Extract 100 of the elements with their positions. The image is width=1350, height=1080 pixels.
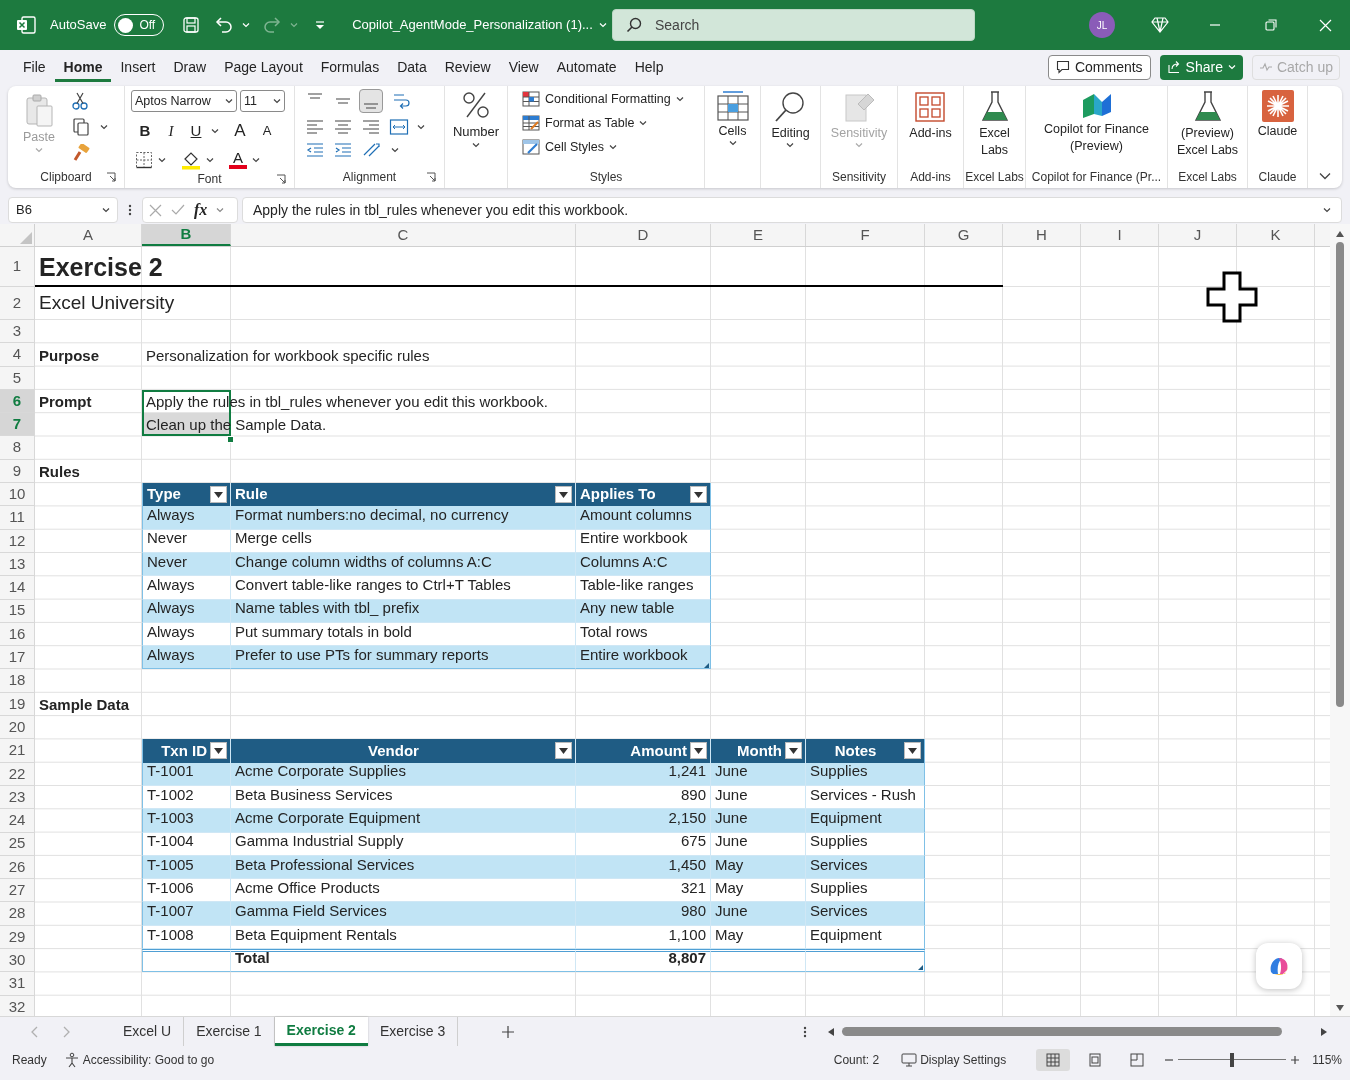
add-sheet-icon[interactable] (502, 1025, 515, 1038)
resize-handle-icon[interactable] (704, 662, 709, 668)
caret-icon[interactable] (158, 156, 166, 163)
display-settings-button[interactable]: Display Settings (901, 1050, 1007, 1069)
row-header[interactable]: 27 (0, 879, 35, 903)
ribbon-tab[interactable]: Draw (164, 52, 216, 82)
close-icon[interactable] (1319, 18, 1332, 32)
merge-center-icon[interactable] (389, 118, 409, 136)
format-painter-icon[interactable] (72, 144, 90, 162)
sheet-tab[interactable]: Exercise 3 (367, 1017, 459, 1046)
caret-icon[interactable] (609, 143, 618, 150)
scissors-icon[interactable] (72, 92, 88, 110)
insert-function-button[interactable]: fx (194, 198, 208, 222)
undo-icon[interactable] (214, 16, 235, 34)
row-header[interactable]: 17 (0, 646, 35, 670)
ribbon-command-button[interactable]: (Preview) Excel Labs (1169, 90, 1246, 159)
caret-icon[interactable] (391, 147, 399, 153)
bold-button[interactable]: B (135, 119, 155, 142)
borders-icon[interactable] (135, 150, 153, 169)
copilot-button[interactable] (1256, 943, 1302, 989)
diamond-icon[interactable] (1151, 17, 1169, 33)
column-header[interactable]: C (231, 224, 576, 246)
dialog-launcher-icon[interactable] (106, 172, 116, 182)
row-header[interactable]: 8 (0, 436, 35, 460)
save-icon[interactable] (182, 16, 201, 34)
row-header[interactable]: 3 (0, 320, 35, 344)
filter-button[interactable] (690, 742, 707, 760)
row-header[interactable]: 1 (0, 247, 35, 287)
row-header[interactable]: 26 (0, 855, 35, 880)
view-button[interactable] (1036, 1048, 1071, 1071)
caret-icon[interactable] (102, 207, 110, 213)
filter-button[interactable] (690, 486, 707, 504)
row-header[interactable]: 12 (0, 529, 35, 553)
caret-icon[interactable] (273, 98, 281, 104)
caret-icon[interactable] (786, 142, 795, 148)
row-header[interactable]: 30 (0, 949, 35, 973)
bottom-align-button[interactable] (359, 89, 383, 113)
caret-icon[interactable] (728, 140, 737, 146)
resize-handle-icon[interactable] (918, 965, 923, 971)
row-header[interactable]: 11 (0, 506, 35, 530)
caret-icon[interactable] (472, 141, 480, 148)
ribbon-tab[interactable]: Review (435, 52, 500, 82)
column-header[interactable]: J (1159, 224, 1237, 246)
scroll-left-icon[interactable] (827, 1026, 836, 1037)
ribbon-command-button[interactable]: Excel Labs (971, 90, 1018, 159)
row-header[interactable]: 28 (0, 902, 35, 926)
ribbon-command-button[interactable]: Cells (714, 90, 751, 146)
filter-button[interactable] (904, 742, 921, 760)
row-header[interactable]: 5 (0, 366, 35, 390)
row-header[interactable]: 4 (0, 343, 35, 367)
column-header[interactable]: E (711, 224, 806, 246)
caret-icon[interactable] (216, 207, 225, 213)
file-name-button[interactable]: Copilot_AgentMode_Personalization (1)... (352, 15, 607, 35)
scroll-thumb[interactable] (1336, 242, 1344, 707)
row-header[interactable]: 21 (0, 739, 35, 763)
grow-font-button[interactable]: A (229, 118, 251, 144)
caret-icon[interactable] (639, 120, 648, 127)
caret-icon[interactable] (225, 98, 233, 104)
number-format-label[interactable]: Number (452, 122, 500, 142)
row-header[interactable]: 15 (0, 599, 35, 623)
row-header[interactable]: 23 (0, 785, 35, 810)
percent-icon[interactable] (461, 90, 491, 120)
ribbon-tab[interactable]: Page Layout (215, 52, 312, 82)
name-box[interactable]: B6 (8, 197, 118, 223)
scroll-up-icon[interactable] (1335, 230, 1345, 238)
collapse-ribbon-icon[interactable] (1319, 172, 1331, 180)
filter-button[interactable] (555, 486, 572, 504)
column-header[interactable]: I (1081, 224, 1159, 246)
caret-icon[interactable] (675, 96, 684, 103)
account-avatar[interactable]: JL (1089, 12, 1115, 38)
row-header[interactable]: 9 (0, 459, 35, 484)
column-header[interactable]: B (142, 224, 231, 246)
more-options-icon[interactable] (126, 203, 134, 217)
column-header[interactable]: G (925, 224, 1003, 246)
search-field[interactable]: Search (612, 9, 975, 41)
horizontal-scroll-thumb[interactable] (842, 1027, 1283, 1036)
ribbon-command-button[interactable]: Add-ins (909, 90, 952, 142)
filter-button[interactable] (210, 742, 227, 760)
dialog-launcher-icon[interactable] (276, 173, 286, 184)
shrink-font-button[interactable]: A (257, 121, 277, 141)
ribbon-tab[interactable]: View (499, 52, 548, 82)
column-header[interactable]: D (576, 224, 711, 246)
share-button[interactable]: Share (1159, 54, 1243, 80)
comments-button[interactable]: Comments (1047, 54, 1151, 80)
align-left-icon[interactable] (305, 118, 325, 136)
align-center-icon[interactable] (333, 118, 353, 136)
ribbon-command-button[interactable]: Editing (771, 90, 810, 148)
orientation-icon[interactable] (361, 141, 383, 159)
row-header[interactable]: 14 (0, 576, 35, 600)
row-header[interactable]: 29 (0, 925, 35, 949)
row-header[interactable]: 7 (0, 413, 35, 437)
formula-field[interactable]: Apply the rules in tbl_rules whenever you edit this workbook. (242, 197, 1342, 223)
italic-button[interactable]: I (161, 119, 181, 142)
more-options-icon[interactable] (803, 1025, 808, 1038)
row-header[interactable]: 32 (0, 995, 35, 1016)
row-header[interactable]: 6 (0, 389, 35, 414)
ribbon-tab[interactable]: Home (54, 52, 112, 82)
fill-handle[interactable] (227, 435, 234, 443)
font-name-field[interactable]: Aptos Narrow (131, 90, 237, 112)
font-size-field[interactable]: 11 (240, 90, 285, 112)
